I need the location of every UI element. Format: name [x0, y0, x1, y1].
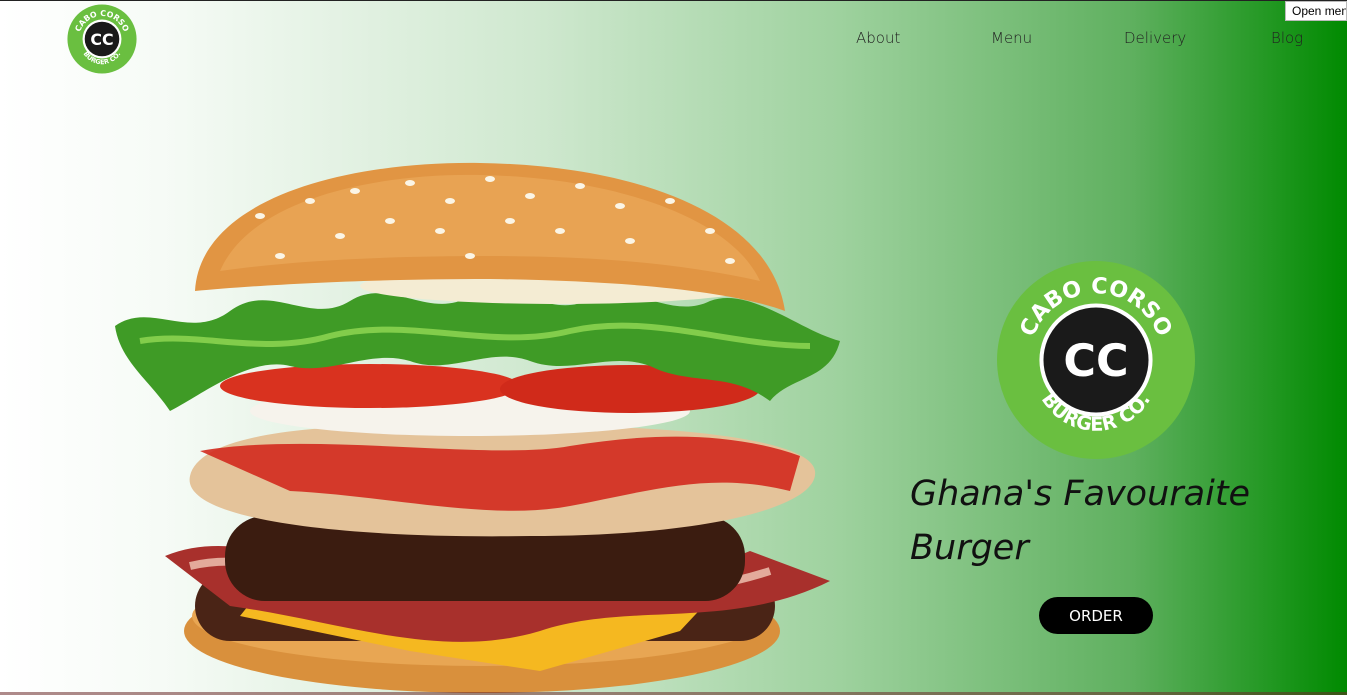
nav-blog[interactable]: Blog	[1271, 29, 1303, 47]
order-button[interactable]: ORDER	[1039, 597, 1153, 634]
brand-logo[interactable]: CC CABO CORSO BURGER CO.	[66, 3, 138, 75]
nav-delivery[interactable]: Delivery	[1124, 29, 1186, 47]
hero-section: CC CABO CORSO BURGER CO. About Menu Deli…	[0, 0, 1347, 695]
nav-about[interactable]: About	[856, 29, 900, 47]
burger-image	[115, 162, 840, 693]
logo-large-initials: CC	[1063, 336, 1128, 387]
open-menu-button[interactable]: Open menu	[1285, 1, 1347, 21]
logo-initials: CC	[90, 30, 113, 49]
nav-menu[interactable]: Menu	[991, 29, 1032, 47]
brand-logo-large: CC CABO CORSO BURGER CO.	[997, 261, 1195, 459]
hero-tagline: Ghana's Favouraite Burger	[910, 474, 1251, 568]
